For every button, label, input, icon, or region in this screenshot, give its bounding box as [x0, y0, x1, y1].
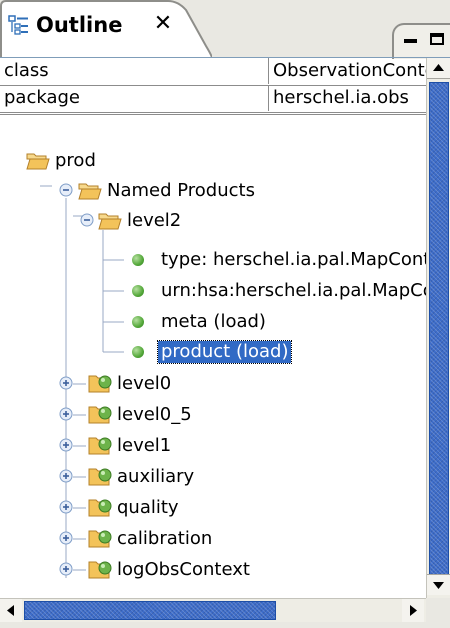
tree-node-label: level1 [117, 435, 172, 456]
properties-table: class ObservationContext package hersche… [0, 58, 426, 115]
tree-node-label: calibration [117, 528, 213, 549]
expand-icon[interactable] [59, 437, 73, 452]
tree-leaf-product[interactable]: product (load) [0, 337, 320, 367]
leaf-dot-icon [132, 346, 144, 358]
tree-node-label: meta (load) [161, 311, 266, 332]
tree-node-prod[interactable]: prod [0, 146, 200, 176]
tree-node-label: level2 [127, 210, 182, 231]
property-value: ObservationContext [268, 58, 426, 84]
arrow-down-icon [433, 582, 444, 589]
tree-node-label: urn:hsa:herschel.ia.pal.MapContext [161, 280, 426, 301]
tree-node-logobscontext[interactable]: logObsContext [0, 555, 300, 585]
outline-view: Outline ✕ class ObservationContext packa… [0, 0, 450, 628]
tab-title: Outline [36, 13, 123, 37]
leaf-dot-icon [132, 254, 144, 266]
scroll-down-button[interactable] [427, 574, 450, 595]
context-folder-icon [88, 373, 112, 393]
tree-node-label: type: herschel.ia.pal.MapContext [161, 249, 426, 270]
context-folder-icon [88, 559, 112, 579]
window-controls [392, 23, 450, 59]
leaf-dot-icon [132, 316, 144, 328]
tree-node-auxiliary[interactable]: auxiliary [0, 462, 260, 492]
expand-icon[interactable] [59, 375, 73, 390]
tree-node-label-selected: product (load) [156, 340, 293, 364]
tree-node-calibration[interactable]: calibration [0, 524, 260, 554]
leaf-dot-icon [132, 285, 144, 297]
arrow-up-icon [433, 64, 444, 71]
context-folder-icon [88, 497, 112, 517]
property-row-class[interactable]: class ObservationContext [0, 58, 426, 86]
tree-node-level0[interactable]: level0 [0, 369, 260, 399]
view-tab-bar: Outline ✕ [0, 0, 450, 59]
tree-node-quality[interactable]: quality [0, 493, 260, 523]
tree-node-label: auxiliary [117, 466, 195, 487]
tree-leaf-type[interactable]: type: herschel.ia.pal.MapContext [0, 245, 426, 275]
tree-node-label: prod [55, 150, 96, 171]
context-folder-icon [88, 466, 112, 486]
context-folder-icon [88, 528, 112, 548]
horizontal-scrollbar[interactable] [0, 598, 426, 622]
tree-node-label: level0_5 [117, 404, 192, 425]
vertical-scrollbar[interactable] [426, 58, 450, 598]
outline-tree: prod Named Products level2 type: hersche… [0, 116, 426, 596]
scroll-up-button[interactable] [427, 58, 450, 79]
outline-tab[interactable]: Outline ✕ [0, 0, 212, 58]
tree-node-level1[interactable]: level1 [0, 431, 260, 461]
context-folder-icon [88, 404, 112, 424]
property-key: package [4, 87, 80, 108]
tree-leaf-meta[interactable]: meta (load) [0, 307, 320, 337]
minimize-icon[interactable] [404, 39, 417, 43]
vertical-scroll-thumb[interactable] [429, 82, 449, 576]
expand-icon[interactable] [59, 499, 73, 514]
expand-icon[interactable] [59, 561, 73, 576]
folder-open-icon [78, 181, 102, 201]
view-bottom-edge [0, 622, 450, 628]
expand-icon[interactable] [59, 530, 73, 545]
collapse-icon[interactable] [59, 182, 73, 197]
tree-node-label: quality [117, 497, 179, 518]
tree-node-label: logObsContext [117, 559, 250, 580]
context-folder-icon [88, 435, 112, 455]
close-icon[interactable]: ✕ [152, 11, 174, 37]
tree-node-named-products[interactable]: Named Products [0, 176, 320, 206]
horizontal-scroll-thumb[interactable] [24, 601, 276, 620]
scroll-left-button[interactable] [0, 599, 22, 622]
folder-open-icon [26, 151, 50, 171]
arrow-left-icon [7, 605, 14, 616]
property-value: herschel.ia.obs [268, 85, 426, 111]
scroll-right-button[interactable] [402, 599, 424, 622]
maximize-icon[interactable] [430, 33, 444, 45]
tree-node-label: Named Products [107, 180, 255, 201]
outline-icon [8, 14, 30, 36]
tree-node-label: level0 [117, 373, 172, 394]
scrollbar-corner [426, 598, 450, 622]
tree-node-level0-5[interactable]: level0_5 [0, 400, 260, 430]
tree-leaf-urn[interactable]: urn:hsa:herschel.ia.pal.MapContext [0, 276, 426, 306]
tree-node-level2[interactable]: level2 [0, 206, 260, 236]
arrow-right-icon [410, 605, 417, 616]
property-row-package[interactable]: package herschel.ia.obs [0, 85, 426, 113]
expand-icon[interactable] [59, 468, 73, 483]
collapse-icon[interactable] [80, 212, 94, 227]
expand-icon[interactable] [59, 406, 73, 421]
folder-open-icon [98, 211, 122, 231]
property-key: class [4, 60, 49, 81]
